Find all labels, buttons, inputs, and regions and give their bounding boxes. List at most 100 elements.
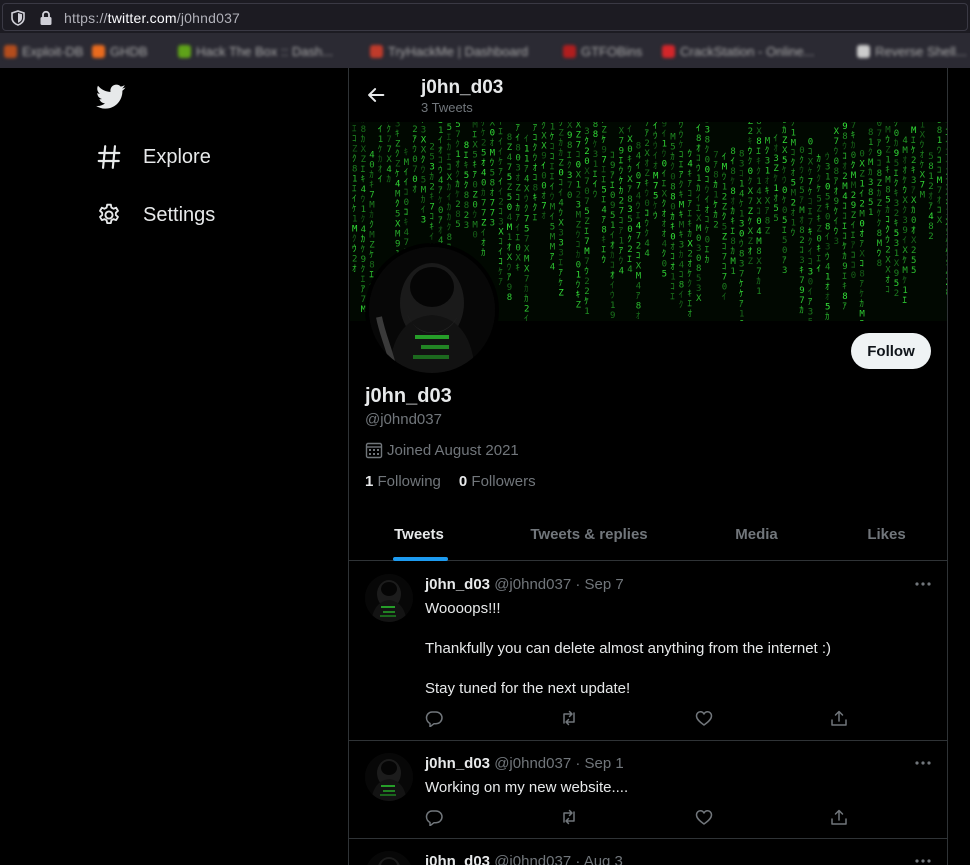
matrix-glyph: X — [619, 127, 625, 137]
bookmark-item[interactable]: TryHackMe | Dashboard — [370, 44, 528, 59]
matrix-glyph: ｴ — [352, 184, 357, 194]
matrix-glyph: ｺ — [739, 170, 744, 180]
matrix-glyph: ｸ — [791, 158, 796, 169]
tweet-date[interactable]: Sep 7 — [585, 576, 624, 593]
matrix-glyph: 2 — [928, 182, 933, 192]
matrix-glyph: ｱ — [601, 215, 606, 225]
matrix-glyph: 5 — [782, 236, 787, 246]
tweet-date[interactable]: Sep 1 — [585, 755, 624, 772]
bookmark-item[interactable]: CrackStation - Online... — [662, 44, 814, 59]
matrix-glyph: ｳ — [636, 201, 641, 212]
matrix-glyph: 1 — [438, 126, 443, 136]
tab-media[interactable]: Media — [689, 508, 824, 561]
matrix-glyph: ｹ — [730, 176, 735, 187]
matrix-glyph: Z — [481, 219, 487, 229]
matrix-glyph: ｳ — [610, 290, 615, 301]
tweet-avatar[interactable] — [365, 574, 413, 622]
following-link[interactable]: 1 Following — [365, 473, 441, 490]
matrix-glyph: 4 — [550, 262, 555, 272]
reply-icon[interactable] — [425, 808, 443, 826]
matrix-glyph: ｴ — [601, 175, 606, 185]
followers-count: 0 — [458, 473, 468, 490]
shield-icon[interactable] — [11, 10, 25, 26]
matrix-glyph: 4 — [524, 175, 529, 185]
matrix-glyph: 3 — [429, 162, 434, 172]
share-icon[interactable] — [830, 709, 848, 727]
bookmark-item[interactable]: Exploit-DB — [4, 44, 83, 59]
matrix-glyph: ｷ — [816, 245, 821, 255]
lock-icon[interactable] — [39, 10, 53, 26]
nav-settings[interactable]: Settings — [96, 197, 215, 233]
twitter-bird-icon[interactable] — [96, 84, 126, 110]
matrix-glyph: ｱ — [636, 292, 641, 302]
matrix-glyph: 7 — [877, 129, 882, 139]
matrix-glyph: ｵ — [541, 191, 546, 202]
tweet-avatar[interactable] — [365, 753, 413, 801]
nav-explore[interactable]: Explore — [96, 139, 211, 175]
more-options-icon[interactable] — [913, 574, 933, 594]
matrix-glyph: ｷ — [842, 282, 847, 292]
address-field[interactable]: https://twitter.com/j0hnd037 — [2, 3, 968, 31]
matrix-glyph: Z — [352, 144, 358, 154]
tweet-author-name[interactable]: j0hn_d03 — [425, 853, 490, 865]
matrix-glyph: ｶ — [447, 202, 452, 213]
matrix-glyph: M — [885, 176, 891, 186]
matrix-glyph: ｶ — [610, 250, 615, 261]
matrix-glyph: ｹ — [920, 160, 925, 171]
reply-icon[interactable] — [425, 709, 443, 727]
matrix-glyph: ｸ — [679, 180, 684, 191]
matrix-glyph: ｺ — [722, 243, 727, 253]
matrix-glyph: M — [524, 255, 530, 265]
matrix-glyph: 7 — [567, 181, 572, 191]
followers-link[interactable]: 0 Followers — [459, 473, 536, 490]
share-icon[interactable] — [830, 808, 848, 826]
matrix-glyph: 0 — [722, 283, 727, 293]
retweet-icon[interactable] — [560, 709, 578, 727]
matrix-glyph: X — [765, 197, 771, 207]
url-text[interactable]: https://twitter.com/j0hnd037 — [64, 10, 240, 26]
matrix-glyph: ｶ — [799, 305, 804, 316]
matrix-glyph: ｲ — [722, 153, 727, 163]
matrix-glyph: 7 — [481, 209, 486, 219]
matrix-glyph: 2 — [429, 182, 434, 192]
tweet[interactable]: j0hn_d03 @j0hnd037 · Sep 1 Working on my… — [349, 741, 947, 839]
tweet-text: Woooops!!! Thankfully you can delete alm… — [425, 599, 831, 719]
tab-tweets[interactable]: Tweets — [349, 508, 489, 561]
bookmark-item[interactable]: Reverse Shell... — [857, 44, 967, 59]
bookmark-item[interactable]: GTFOBins — [563, 44, 642, 59]
tab-tweets-replies[interactable]: Tweets & replies — [489, 508, 689, 561]
matrix-glyph: X — [472, 141, 478, 151]
matrix-glyph: ｷ — [670, 223, 675, 233]
matrix-glyph: ｶ — [369, 210, 374, 221]
bookmark-item[interactable]: GHDB — [92, 44, 148, 59]
tab-likes[interactable]: Likes — [824, 508, 947, 561]
matrix-glyph: 1 — [696, 174, 701, 184]
tweet-author-name[interactable]: j0hn_d03 — [425, 755, 490, 772]
tweet-date[interactable]: Aug 3 — [584, 853, 623, 865]
matrix-glyph: 7 — [412, 165, 417, 175]
matrix-glyph: ｲ — [834, 217, 839, 227]
tweet-author-name[interactable]: j0hn_d03 — [425, 576, 490, 593]
matrix-glyph: ｱ — [619, 227, 624, 237]
more-options-icon[interactable] — [913, 851, 933, 865]
back-arrow-icon[interactable] — [365, 84, 387, 106]
follow-button[interactable]: Follow — [851, 333, 931, 369]
tweet-actions — [425, 808, 855, 828]
matrix-glyph: ｸ — [644, 228, 649, 239]
matrix-glyph: ｵ — [455, 159, 460, 170]
matrix-glyph: 0 — [472, 181, 477, 191]
tweet[interactable]: j0hn_d03 @j0hnd037 · Sep 7 Woooops!!! Th… — [349, 562, 947, 741]
matrix-glyph: ｸ — [352, 153, 357, 164]
matrix-glyph: 0 — [851, 271, 856, 281]
bookmark-item[interactable]: Hack The Box :: Dash... — [178, 44, 333, 59]
tweet-author-handle: @j0hnd037 — [494, 853, 572, 865]
retweet-icon[interactable] — [560, 808, 578, 826]
tweet[interactable]: j0hn_d03 @j0hnd037 · Aug 3 — [349, 839, 947, 865]
profile-avatar[interactable] — [365, 243, 499, 377]
matrix-glyph: 5 — [773, 214, 778, 224]
like-icon[interactable] — [695, 709, 713, 727]
tweet-avatar[interactable] — [365, 851, 413, 865]
matrix-glyph: 4 — [395, 180, 400, 190]
more-options-icon[interactable] — [913, 753, 933, 773]
like-icon[interactable] — [695, 808, 713, 826]
